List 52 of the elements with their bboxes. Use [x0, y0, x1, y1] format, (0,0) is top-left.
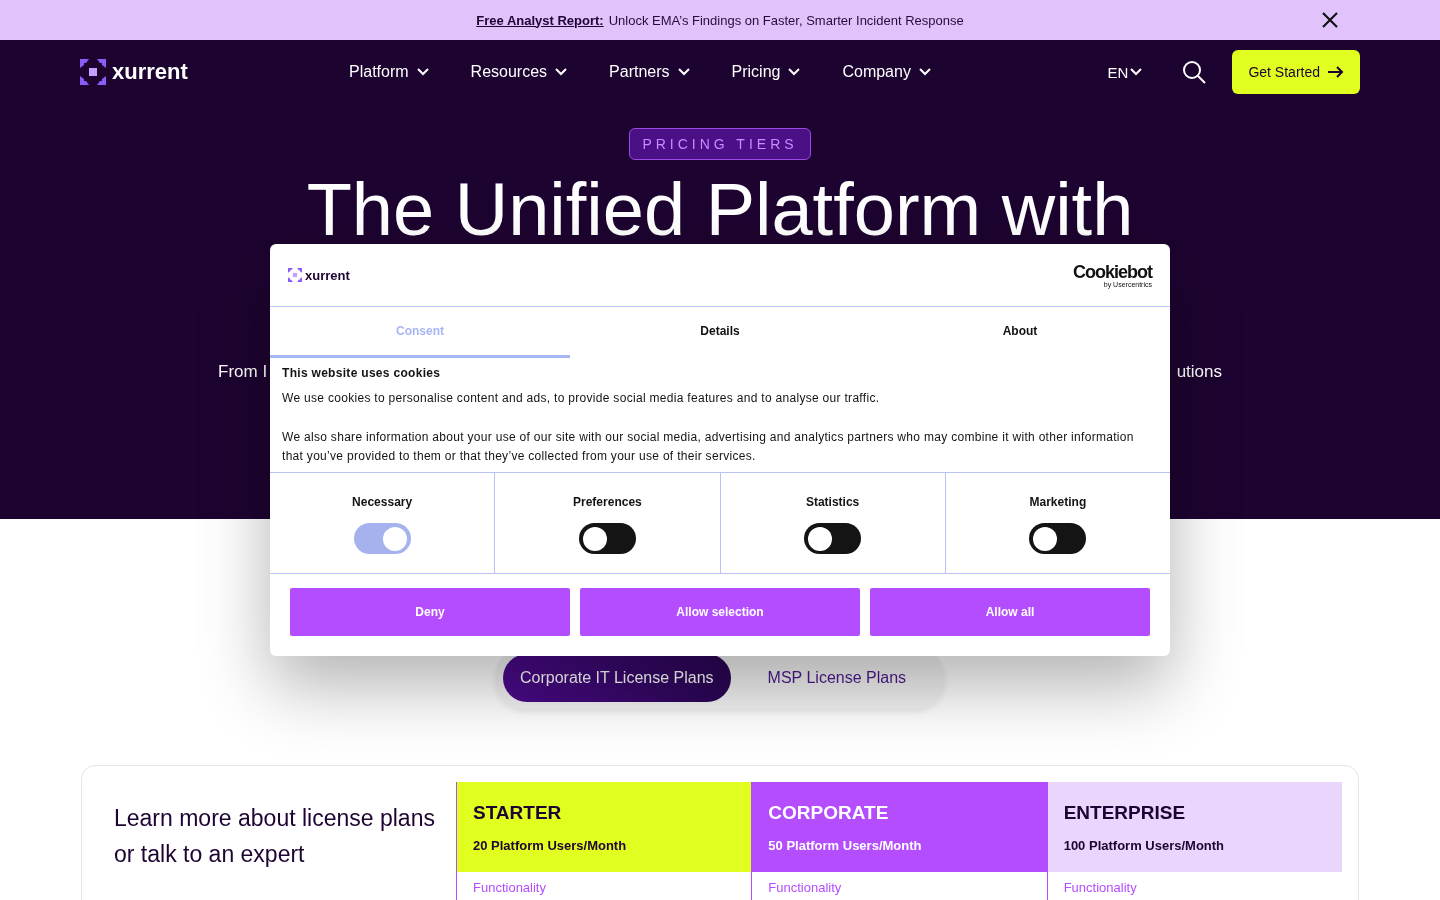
consent-button[interactable]: Deny	[290, 588, 570, 636]
tier-users: 100 Platform Users/Month	[1063, 838, 1226, 853]
consent-button[interactable]: Allow all	[870, 588, 1150, 636]
nav-item[interactable]: Partners	[609, 63, 690, 81]
feature-label: Functionality	[472, 879, 547, 895]
chevron-down-icon	[788, 68, 801, 76]
consent-toggle[interactable]	[1029, 523, 1087, 554]
nav-item[interactable]: Pricing	[731, 63, 801, 81]
plan-tab[interactable]: MSP License Plans	[750, 654, 924, 702]
nav-item[interactable]: Platform	[349, 63, 429, 81]
chevron-down-icon	[555, 68, 568, 76]
dialog-paragraph: We also share information about your use of our site with our social media, advertising and analytics partners who may combine it with other information that you’ve provided to them or that they’ve collected from your use of their services.	[282, 429, 1135, 465]
search-icon[interactable]	[1182, 60, 1207, 84]
nav-item[interactable]: Company	[842, 63, 931, 81]
chevron-down-icon	[1130, 68, 1143, 76]
plan-tab[interactable]: Corporate IT License Plans	[503, 654, 731, 702]
category-label: Preferences	[573, 495, 642, 509]
cookiebot-logo: Cookiebot	[1073, 262, 1152, 281]
nav-item[interactable]: Resources	[470, 63, 568, 81]
language-selector[interactable]: EN	[1107, 63, 1143, 81]
dialog-title: This website uses cookies	[282, 365, 442, 382]
tier-name: STARTER	[473, 802, 563, 824]
dialog-logo-text: xurrent	[305, 267, 350, 283]
tier-name: CORPORATE	[768, 802, 890, 824]
chevron-down-icon	[918, 68, 931, 76]
category-label: Necessary	[352, 495, 413, 509]
chevron-down-icon	[677, 68, 690, 76]
feature-label: Functionality	[767, 879, 843, 895]
announcement-text: Unlock EMA’s Findings on Faster, Smarter Incident Response	[608, 12, 964, 28]
dialog-paragraph: We use cookies to personalise content and ads, to provide social media features and to analyse our traffic.	[282, 390, 881, 407]
tier-name: ENTERPRISE	[1063, 802, 1187, 824]
category-label: Marketing	[1029, 495, 1087, 509]
hero-heading: The Unified Platform with	[306, 170, 1134, 250]
report-link[interactable]: Free Analyst Report:	[476, 12, 604, 28]
tier-users: 50 Platform Users/Month	[768, 838, 923, 853]
logo-icon	[288, 268, 302, 282]
pricing-badge: PRICING TIERS	[629, 128, 811, 160]
chevron-down-icon	[416, 68, 429, 76]
consent-button[interactable]: Allow selection	[580, 588, 860, 636]
consent-toggle[interactable]	[578, 523, 636, 554]
tier-users: 20 Platform Users/Month	[473, 838, 628, 853]
hero-subtitle: From I	[218, 362, 268, 382]
feature-label: Functionality	[1062, 879, 1138, 895]
dialog-tab[interactable]: About	[870, 307, 1170, 358]
logo-text[interactable]: xurrent	[112, 59, 188, 85]
hero-subtitle: utions	[1176, 362, 1222, 382]
plans-intro: Learn more about license plans or talk to an expert	[114, 804, 436, 869]
category-label: Statistics	[805, 495, 860, 509]
consent-toggle[interactable]	[804, 523, 862, 554]
arrow-right-icon	[1328, 66, 1344, 78]
logo-icon	[80, 59, 106, 85]
get-started-button[interactable]: Get Started	[1232, 50, 1360, 94]
